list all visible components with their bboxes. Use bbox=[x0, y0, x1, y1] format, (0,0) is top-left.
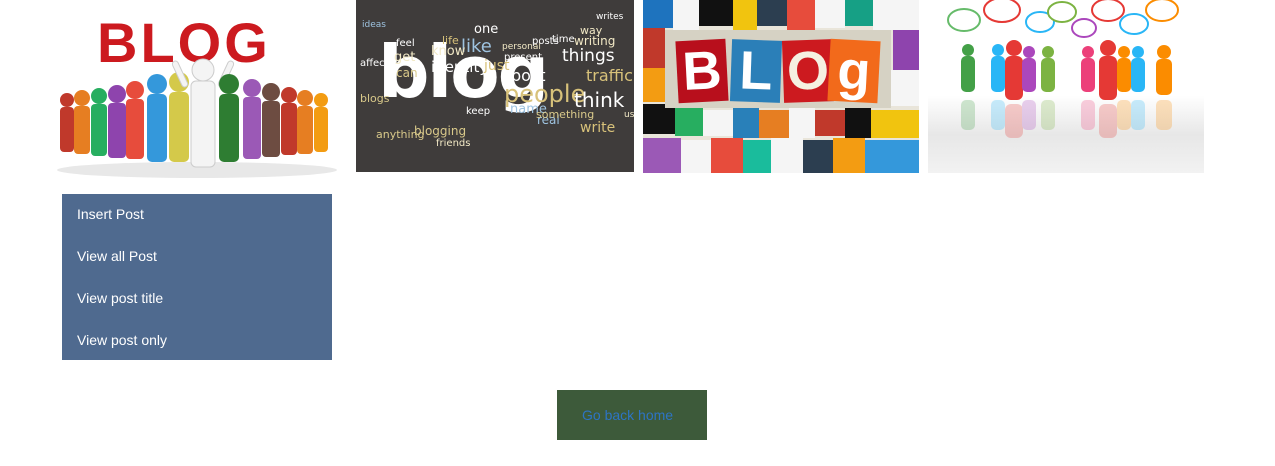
page: BLOG blog like know identity get can pos… bbox=[0, 0, 1275, 466]
word-cloud-word: traffic bbox=[586, 66, 633, 85]
collage-letter: O bbox=[781, 39, 835, 103]
word-cloud-word: life bbox=[442, 34, 459, 47]
word-cloud-word: like bbox=[461, 36, 492, 57]
menu-item-view-post-only[interactable]: View post only bbox=[62, 332, 332, 374]
word-cloud-word: write bbox=[580, 120, 616, 136]
collage-letter: L bbox=[729, 39, 783, 103]
word-cloud-word: use bbox=[624, 110, 634, 120]
crowd-illustration bbox=[57, 58, 337, 178]
word-cloud-word: feel bbox=[396, 38, 415, 49]
word-cloud-word: ideas bbox=[362, 20, 386, 30]
word-cloud-word: affect bbox=[360, 58, 389, 69]
word-cloud-word: can bbox=[396, 66, 418, 80]
word-cloud-word: one bbox=[474, 22, 499, 37]
word-cloud-word: way bbox=[580, 24, 603, 37]
word-cloud-word: things bbox=[562, 46, 615, 66]
word-cloud-word: blogging bbox=[414, 124, 467, 138]
word-cloud-word: friends bbox=[436, 138, 471, 149]
collage-letter: g bbox=[827, 38, 881, 104]
menu-item-view-post-title[interactable]: View post title bbox=[62, 290, 332, 332]
blog-word-cloud-image: blog like know identity get can post peo… bbox=[356, 0, 634, 172]
go-back-home-button[interactable]: Go back home bbox=[557, 390, 707, 440]
word-cloud-word: identity bbox=[431, 58, 489, 76]
blog-collage-letters-image: B L O g bbox=[643, 0, 919, 173]
word-cloud-word: keep bbox=[466, 106, 491, 117]
menu-item-view-all-post[interactable]: View all Post bbox=[62, 248, 332, 290]
menu-item-insert-post[interactable]: Insert Post bbox=[62, 206, 332, 248]
collage-letter: B bbox=[675, 38, 729, 104]
blog-crowd-banner-image: BLOG bbox=[47, 0, 347, 183]
speech-bubbles-figures-image bbox=[928, 0, 1204, 173]
word-cloud-word: get bbox=[394, 50, 416, 65]
word-cloud-word: present bbox=[504, 52, 543, 63]
word-cloud-word: writes bbox=[596, 12, 624, 22]
post-menu: Insert Post View all Post View post titl… bbox=[62, 194, 332, 360]
figures-illustration bbox=[947, 0, 1179, 138]
word-cloud-word: posts bbox=[532, 36, 559, 47]
word-cloud-word: blogs bbox=[360, 92, 390, 105]
